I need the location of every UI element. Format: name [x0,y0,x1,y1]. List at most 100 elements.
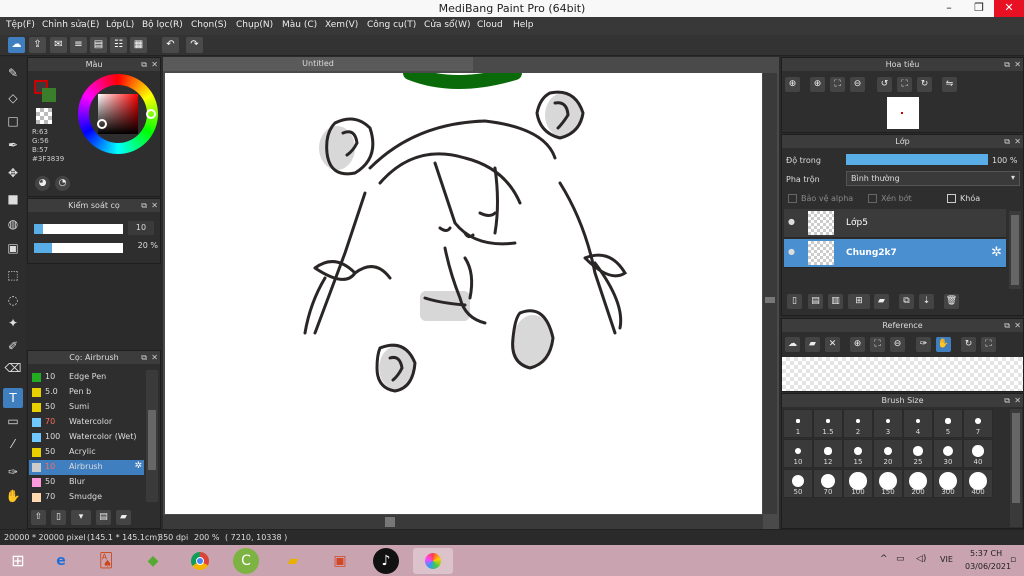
volume-icon[interactable]: ◁) [916,554,926,564]
brush-list-item[interactable]: 70 Smudge [29,490,144,505]
document-tab[interactable]: Untitled [163,57,473,71]
fit-icon[interactable]: ⛶ [830,77,845,92]
flip-icon[interactable]: ⇋ [942,77,957,92]
solitaire-icon[interactable]: 🂡 [93,548,119,574]
brush-size-preset[interactable]: 300 [933,469,963,498]
brush-size-preset[interactable]: 20 [873,439,903,468]
palette-add-icon[interactable]: ◔ [55,176,70,191]
grid-icon[interactable]: ▦ [130,37,147,53]
eyedropper-tool-icon[interactable]: ⁄ [3,434,23,454]
reference-eyedropper-icon[interactable]: ✑ [916,337,931,352]
reference-fit-screen-icon[interactable]: ⛶ [981,337,996,352]
new-brush-icon[interactable]: ▯ [51,510,66,525]
lock-checkbox[interactable] [947,194,956,203]
merge-layer-icon[interactable]: ⇣ [919,294,934,309]
brush-list-item[interactable]: 50 Acrylic [29,445,144,460]
close-icon[interactable]: ✕ [1014,394,1021,407]
menu-select[interactable]: Chọn(S) [191,20,227,30]
brush-size-preset[interactable]: 3 [873,409,903,438]
brush-settings-icon[interactable]: ▤ [96,510,111,525]
navigator-preview[interactable] [887,97,919,129]
menu-filter[interactable]: Bộ lọc(R) [142,20,183,30]
comment-icon[interactable]: ✉ [50,37,67,53]
zoom-in-alt-icon[interactable]: ⊕ [810,77,825,92]
transparent-swatch[interactable] [36,108,52,124]
canvas-horizontal-scrollbar[interactable] [163,515,763,529]
visibility-eye-icon[interactable]: ● [788,247,795,256]
new-layer-icon[interactable]: ▯ [787,294,802,309]
float-icon[interactable]: ⧉ [141,58,147,71]
layer-menu-icon[interactable]: ⊞ [848,294,870,309]
eyedropper2-tool-icon[interactable]: ✑ [3,462,23,482]
brush-size-preset[interactable]: 12 [813,439,843,468]
brush-size-preset[interactable]: 150 [873,469,903,498]
duplicate-layer-icon[interactable]: ⧉ [899,294,914,309]
close-icon[interactable]: ✕ [1014,135,1021,148]
fit-screen-icon[interactable]: ⛶ [897,77,912,92]
menu-color[interactable]: Màu (C) [282,20,317,30]
brush-size-preset[interactable]: 15 [843,439,873,468]
close-icon[interactable]: ✕ [1014,58,1021,71]
layer-row[interactable]: ● Chung2k7 ✲ [784,239,1006,268]
close-icon[interactable]: ✕ [151,58,158,71]
float-icon[interactable]: ⧉ [1004,58,1010,71]
file-explorer-icon[interactable]: ▰ [280,548,306,574]
brush-size-preset[interactable]: 40 [963,439,993,468]
chrome-icon[interactable] [187,548,213,574]
brush-size-preset[interactable]: 50 [783,469,813,498]
internet-explorer-icon[interactable]: e [48,548,74,574]
powerpoint-icon[interactable]: ▣ [327,548,353,574]
rotate-left-icon[interactable]: ↺ [877,77,892,92]
brush-list-scrollbar[interactable] [146,370,158,502]
brush-size-slider[interactable] [34,224,123,234]
brush-folder-icon[interactable]: ▰ [116,510,131,525]
shape-tool-icon[interactable]: □ [3,111,23,131]
lasso-tool-icon[interactable]: ◌ [3,290,23,310]
brush-size-value[interactable]: 10 [128,221,154,235]
pen-tool-icon[interactable]: ✒ [3,135,23,155]
protect-alpha-checkbox[interactable] [788,194,797,203]
brush-size-preset[interactable]: 25 [903,439,933,468]
brush-size-preset[interactable]: 10 [783,439,813,468]
brush-size-preset[interactable]: 100 [843,469,873,498]
menu-window[interactable]: Cửa sổ(W) [424,20,470,30]
clock-date[interactable]: 03/06/2021 [965,562,1011,571]
reference-zoom-in-icon[interactable]: ⊕ [850,337,865,352]
float-icon[interactable]: ⧉ [141,199,147,212]
menu-edit[interactable]: Chỉnh sửa(E) [42,20,99,30]
reference-rotate-icon[interactable]: ↻ [961,337,976,352]
float-icon[interactable]: ⧉ [1004,319,1010,332]
tiktok-icon[interactable]: ♪ [373,548,399,574]
bluestacks-icon[interactable]: ◆ [140,548,166,574]
maximize-icon[interactable]: ❐ [964,0,994,17]
brush-size-preset[interactable]: 1.5 [813,409,843,438]
menu-help[interactable]: Help [513,20,534,30]
notification-icon[interactable]: ▫ [1010,555,1016,565]
brush-list-item[interactable]: 5.0 Pen b [29,385,144,400]
layer-folder-icon[interactable]: ▰ [874,294,889,309]
magic-wand-tool-icon[interactable]: ✦ [3,313,23,333]
float-icon[interactable]: ⧉ [141,351,147,364]
select-rect-tool-icon[interactable]: ⬚ [3,265,23,285]
color-picker-handle[interactable] [97,119,107,129]
reference-open-icon[interactable]: ▰ [805,337,820,352]
layer-opacity-slider[interactable] [846,154,988,165]
close-icon[interactable]: ✕ [151,199,158,212]
brush-size-scrollbar[interactable] [1010,409,1022,527]
brush-list-item[interactable]: 50 Sumi [29,400,144,415]
reference-close-icon[interactable]: ✕ [825,337,840,352]
float-icon[interactable]: ⧉ [1004,135,1010,148]
secondary-color-swatch[interactable] [42,88,56,102]
reference-fit-icon[interactable]: ⛶ [870,337,885,352]
close-icon[interactable]: ✕ [994,0,1024,17]
eraser-tool-icon[interactable]: ◇ [3,88,23,108]
menu-tools[interactable]: Công cụ(T) [367,20,416,30]
brush-list-item[interactable]: 10 Airbrush ✲ [29,460,144,475]
upload-icon[interactable]: ⇪ [29,37,46,53]
brush-size-preset[interactable]: 2 [843,409,873,438]
new-halftone-layer-icon[interactable]: ▥ [828,294,843,309]
brush-size-preset[interactable]: 4 [903,409,933,438]
delete-layer-icon[interactable]: 🗑 [944,294,959,309]
reference-hand-icon[interactable]: ✋ [936,337,951,352]
palette-icon[interactable]: ◕ [35,176,50,191]
